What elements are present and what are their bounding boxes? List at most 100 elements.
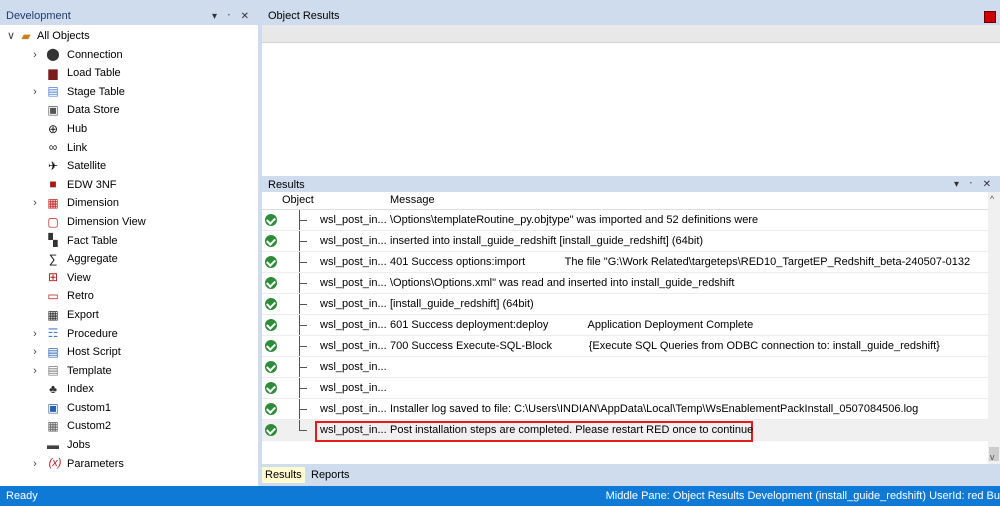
tree-item-label: Fact Table [67, 234, 118, 247]
restore-window-icon[interactable] [984, 11, 996, 23]
column-header-message[interactable]: Message [390, 192, 435, 209]
scroll-down-icon[interactable]: v [990, 452, 995, 462]
chevron-right-icon[interactable]: › [30, 455, 40, 474]
panel-pin-close-icon[interactable]: ▾ ᛫ ✕ [212, 8, 252, 25]
development-panel-header: Development ▾ ᛫ ✕ [0, 8, 258, 25]
tree-item-load-table[interactable]: ▆ Load Table [0, 64, 258, 83]
row-object: wsl_post_in... [320, 235, 387, 247]
chevron-right-icon[interactable]: › [30, 83, 40, 102]
hub-icon: ⊕ [47, 121, 59, 136]
data-store-icon: ▣ [47, 103, 59, 118]
export-icon: ▦ [47, 307, 59, 322]
tree-branch [299, 378, 307, 389]
tree-item-dimension[interactable]: › ▦ Dimension [0, 194, 258, 213]
table-row[interactable]: wsl_post_in... 700 Success Execute-SQL-Bl… [262, 336, 988, 357]
results-tabs: Results Reports [262, 464, 1000, 486]
connection-icon: ⬤ [46, 47, 60, 62]
row-object: wsl_post_in... [320, 361, 387, 373]
table-row[interactable]: wsl_post_in... \Options\Options.xml" was … [262, 273, 988, 294]
tree-item-custom2[interactable]: ▦ Custom2 [0, 417, 258, 436]
jobs-icon: ▬ [47, 437, 59, 452]
object-results-toolbar [262, 25, 1000, 43]
chevron-right-icon[interactable]: › [30, 325, 40, 344]
object-tree: ∨ ▰ All Objects › ⬤ Connection ▆ Load Table ›… [0, 25, 258, 473]
chevron-right-icon[interactable]: › [30, 343, 40, 362]
results-vertical-scrollbar[interactable]: ^ v [988, 192, 1000, 464]
scroll-up-icon[interactable]: ^ [990, 194, 994, 204]
tree-item-label: Jobs [67, 439, 91, 452]
tree-item-aggregate[interactable]: ∑ Aggregate [0, 250, 258, 269]
tree-item-host-script[interactable]: › ▤ Host Script [0, 343, 258, 362]
tree-item-label: Data Store [67, 104, 120, 117]
tree-item-label: Dimension View [67, 215, 146, 228]
row-object: wsl_post_in... [320, 277, 387, 289]
tree-item-stage-table[interactable]: › ▤ Stage Table [0, 83, 258, 102]
tree-item-label: Hub [67, 122, 88, 135]
table-row[interactable]: wsl_post_in... \Options\templateRoutine_p… [262, 210, 988, 231]
tab-reports[interactable]: Reports [308, 467, 353, 483]
tree-root-all-objects[interactable]: ∨ ▰ All Objects [0, 27, 258, 46]
tree-item-fact-table[interactable]: ▚ Fact Table [0, 232, 258, 251]
chevron-down-icon[interactable]: ∨ [6, 27, 16, 46]
procedure-icon: ☶ [47, 326, 59, 341]
tree-item-satellite[interactable]: ✈ Satellite [0, 157, 258, 176]
success-check-icon [265, 361, 277, 373]
tree-item-dimension-view[interactable]: ▢ Dimension View [0, 213, 258, 232]
tree-item-connection[interactable]: › ⬤ Connection [0, 46, 258, 65]
tree-item-label: Parameters [67, 457, 124, 470]
tree-item-procedure[interactable]: › ☶ Procedure [0, 325, 258, 344]
chevron-right-icon[interactable]: › [30, 362, 40, 381]
tree-item-edw-3nf[interactable]: ■ EDW 3NF [0, 176, 258, 195]
success-check-icon [265, 214, 277, 226]
table-row[interactable]: wsl_post_in... inserted into install_guid… [262, 231, 988, 252]
row-message: Post installation steps are completed. P… [390, 424, 754, 436]
tree-branch [299, 273, 307, 284]
success-check-icon [265, 403, 277, 415]
tree-item-label: Retro [67, 290, 94, 303]
tree-branch [299, 210, 307, 221]
host-script-icon: ▤ [47, 344, 59, 359]
results-header: Results ▾ ᛫ ✕ [262, 178, 1000, 192]
tree-item-link[interactable]: ∞ Link [0, 139, 258, 158]
tree-item-custom1[interactable]: ▣ Custom1 [0, 399, 258, 418]
tree-item-data-store[interactable]: ▣ Data Store [0, 101, 258, 120]
row-message: 401 Success options:import The file "G:\… [390, 256, 971, 268]
table-row[interactable]: wsl_post_in... Post installation steps ar… [262, 420, 988, 442]
fact-table-icon: ▚ [48, 233, 58, 248]
success-check-icon [265, 424, 277, 436]
tree-item-jobs[interactable]: ▬ Jobs [0, 436, 258, 455]
view-icon: ⊞ [47, 270, 59, 285]
tree-branch [299, 315, 307, 326]
stage-table-icon: ▤ [47, 84, 59, 99]
tree-item-template[interactable]: › ▤ Template [0, 362, 258, 381]
tree-item-index[interactable]: ♣ Index [0, 380, 258, 399]
tree-branch [299, 399, 307, 410]
table-row[interactable]: wsl_post_in... Installer log saved to fil… [262, 399, 988, 420]
table-row[interactable]: wsl_post_in... 601 Success deployment:dep… [262, 315, 988, 336]
tree-item-view[interactable]: ⊞ View [0, 269, 258, 288]
tree-item-parameters[interactable]: › (x) Parameters [0, 455, 258, 474]
tree-item-export[interactable]: ▦ Export [0, 306, 258, 325]
success-check-icon [265, 235, 277, 247]
tree-item-label: Aggregate [67, 253, 118, 266]
column-header-object[interactable]: Object [282, 192, 314, 209]
results-pin-close-icon[interactable]: ▾ ᛫ ✕ [954, 178, 994, 192]
retro-icon: ▭ [47, 289, 59, 304]
success-check-icon [265, 298, 277, 310]
tree-item-retro[interactable]: ▭ Retro [0, 287, 258, 306]
table-row[interactable]: wsl_post_in... [262, 378, 988, 399]
object-results-header: Object Results [262, 8, 1000, 25]
table-row[interactable]: wsl_post_in... [262, 357, 988, 378]
chevron-right-icon[interactable]: › [30, 194, 40, 213]
chevron-right-icon[interactable]: › [30, 46, 40, 65]
table-row[interactable]: wsl_post_in... 401 Success options:import… [262, 252, 988, 273]
row-message: inserted into install_guide_redshift [in… [390, 235, 704, 247]
results-pane: Results ▾ ᛫ ✕ Object Message wsl_post_in… [262, 178, 1000, 486]
results-grid-header: Object Message [262, 192, 988, 210]
row-message: 601 Success deployment:deploy Applicatio… [390, 319, 754, 331]
tree-item-hub[interactable]: ⊕ Hub [0, 120, 258, 139]
tab-results[interactable]: Results [262, 467, 305, 483]
success-check-icon [265, 256, 277, 268]
success-check-icon [265, 319, 277, 331]
table-row[interactable]: wsl_post_in... [install_guide_redshift] (… [262, 294, 988, 315]
